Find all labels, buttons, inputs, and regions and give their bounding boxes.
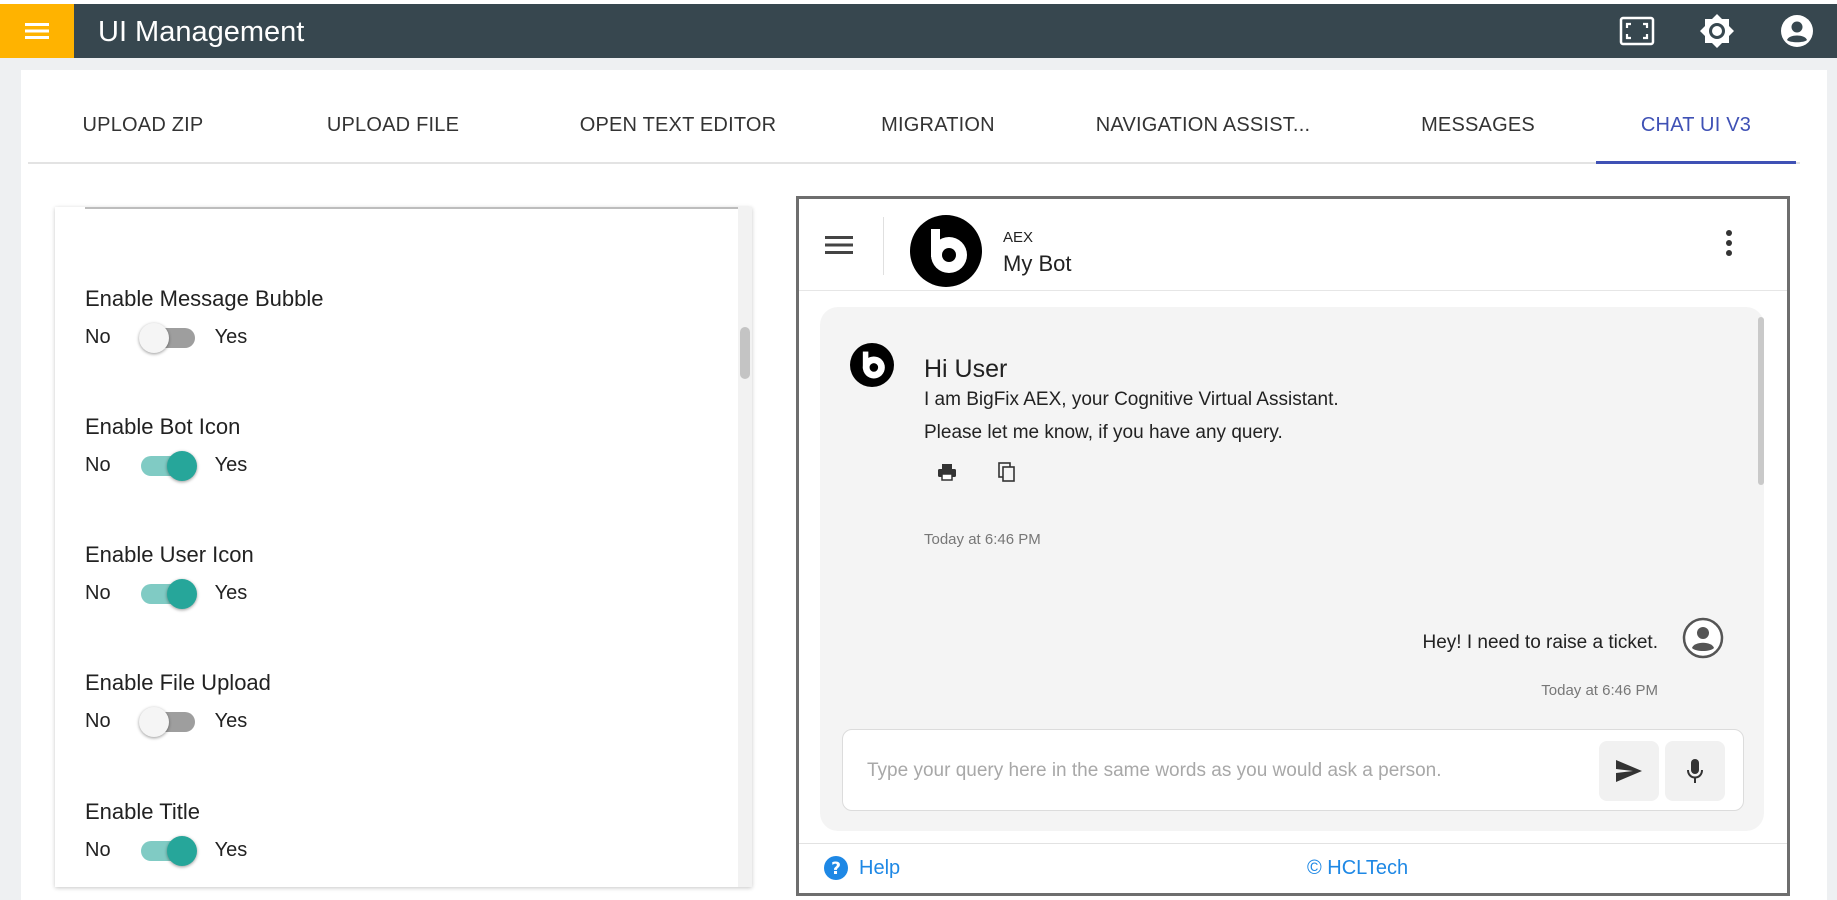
bot-icon-toggle[interactable] <box>139 447 197 483</box>
brightness-icon <box>1700 14 1734 48</box>
chat-input-box <box>842 729 1744 811</box>
settings-scrollbar[interactable] <box>738 207 752 887</box>
tab-upload-file[interactable]: UPLOAD FILE <box>293 86 493 164</box>
setting-file-upload: Enable File Upload No Yes <box>85 669 271 739</box>
scrollbar-thumb[interactable] <box>740 327 750 379</box>
fullscreen-button[interactable] <box>1597 4 1677 58</box>
app-title: UI Management <box>98 16 305 48</box>
copyright-text: © HCLTech <box>1307 857 1409 879</box>
more-vert-icon[interactable] <box>1719 227 1739 259</box>
tab-upload-zip[interactable]: UPLOAD ZIP <box>48 86 238 164</box>
footer-divider <box>799 843 1787 844</box>
tab-chat-ui-v3[interactable]: CHAT UI V3 <box>1596 86 1796 164</box>
chat-preview: AEX My Bot Hi User I am BigFix AEX, your… <box>796 196 1790 896</box>
setting-message-bubble: Enable Message Bubble No Yes <box>85 285 324 355</box>
toggle-no-label: No <box>85 325 111 348</box>
toggle-yes-label: Yes <box>214 325 248 348</box>
hamburger-icon <box>25 23 49 39</box>
toggle-no-label: No <box>85 838 111 861</box>
toggle-no-label: No <box>85 453 111 476</box>
toggle-no-label: No <box>85 581 111 604</box>
user-icon-toggle[interactable] <box>139 575 197 611</box>
account-circle-icon <box>1781 15 1813 47</box>
setting-label: Enable File Upload <box>85 670 271 695</box>
setting-label: Enable Title <box>85 799 200 824</box>
account-button[interactable] <box>1757 4 1837 58</box>
title-toggle[interactable] <box>139 832 197 868</box>
panel-divider <box>85 207 752 209</box>
message-bot-icon <box>850 343 894 387</box>
chat-menu-icon[interactable] <box>821 229 857 261</box>
toggle-yes-label: Yes <box>214 838 248 861</box>
bot-message-line: I am BigFix AEX, your Cognitive Virtual … <box>924 389 1339 410</box>
user-avatar-icon <box>1682 617 1724 659</box>
file-upload-toggle[interactable] <box>138 703 197 739</box>
print-icon <box>938 464 956 481</box>
settings-panel: Enable Message Bubble No Yes Enable Bot … <box>55 207 752 887</box>
bot-greeting: Hi User <box>924 355 1008 383</box>
toggle-yes-label: Yes <box>214 709 248 732</box>
send-icon <box>1616 760 1642 782</box>
tab-open-text-editor[interactable]: OPEN TEXT EDITOR <box>538 86 818 164</box>
setting-label: Enable Message Bubble <box>85 286 324 311</box>
active-tab-indicator <box>1596 161 1796 164</box>
tab-bar: UPLOAD ZIP UPLOAD FILE OPEN TEXT EDITOR … <box>28 86 1800 164</box>
tab-navigation-assist[interactable]: NAVIGATION ASSIST... <box>1058 86 1348 164</box>
send-button[interactable] <box>1599 741 1659 801</box>
copy-button[interactable] <box>992 457 1022 487</box>
user-message: Hey! I need to raise a ticket. <box>1422 632 1658 653</box>
toggle-yes-label: Yes <box>214 453 248 476</box>
bot-name: My Bot <box>1003 251 1072 276</box>
tab-migration[interactable]: MIGRATION <box>838 86 1038 164</box>
user-timestamp: Today at 6:46 PM <box>1541 682 1658 699</box>
message-bubble-toggle[interactable] <box>138 319 197 355</box>
help-label: Help <box>859 856 901 879</box>
copy-icon <box>998 462 1015 482</box>
bot-timestamp: Today at 6:46 PM <box>924 531 1041 548</box>
chat-header: AEX My Bot <box>799 199 1787 291</box>
setting-title: Enable Title No Yes <box>85 798 247 868</box>
chat-scrollbar-thumb[interactable] <box>1758 317 1764 485</box>
bot-message-line: Please let me know, if you have any quer… <box>924 422 1283 443</box>
setting-label: Enable Bot Icon <box>85 414 241 439</box>
svg-text:?: ? <box>831 859 841 879</box>
print-button[interactable] <box>932 457 962 487</box>
menu-button[interactable] <box>0 4 74 58</box>
top-app-bar: UI Management <box>0 0 1837 58</box>
setting-user-icon: Enable User Icon No Yes <box>85 541 254 611</box>
setting-bot-icon: Enable Bot Icon No Yes <box>85 413 247 483</box>
fullscreen-icon <box>1619 16 1655 46</box>
microphone-icon <box>1687 759 1703 783</box>
settings-button[interactable] <box>1677 4 1757 58</box>
setting-label: Enable User Icon <box>85 542 254 567</box>
bot-subtitle: AEX <box>1003 229 1034 246</box>
microphone-button[interactable] <box>1665 741 1725 801</box>
help-link[interactable]: ? Help <box>823 855 900 881</box>
toggle-no-label: No <box>85 709 111 732</box>
toggle-yes-label: Yes <box>214 581 248 604</box>
header-divider <box>883 217 884 275</box>
help-icon: ? <box>824 856 848 880</box>
tab-messages[interactable]: MESSAGES <box>1368 86 1588 164</box>
bot-logo-icon <box>910 215 982 287</box>
chat-query-input[interactable] <box>867 752 1567 790</box>
